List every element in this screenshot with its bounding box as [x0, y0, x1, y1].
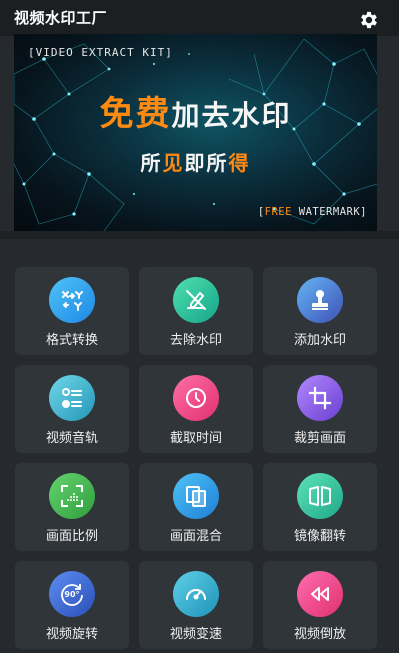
tool-label: 视频变速 — [169, 627, 222, 642]
audio-track-icon — [49, 375, 95, 421]
speedometer-icon — [173, 571, 219, 617]
tool-label: 视频音轨 — [45, 431, 98, 446]
banner-subheadline: 所见即所得 — [14, 147, 377, 176]
promo-banner[interactable]: [VIDEO EXTRACT KIT] 免费加去水印 所见即所得 [FREE W… — [14, 34, 377, 231]
tool-label: 去除水印 — [169, 333, 222, 348]
section-divider — [0, 231, 399, 239]
add-watermark-icon — [297, 277, 343, 323]
format-convert-icon — [49, 277, 95, 323]
tool-label: 视频旋转 — [45, 627, 98, 642]
clock-icon — [173, 375, 219, 421]
banner-watermark-label: [FREE WATERMARK] — [258, 206, 367, 218]
app-title: 视频水印工厂 — [14, 9, 108, 27]
tool-label: 格式转换 — [45, 333, 98, 348]
banner-kit-label: [VIDEO EXTRACT KIT] — [28, 46, 173, 59]
tool-label: 截取时间 — [169, 431, 222, 446]
aspect-ratio-icon — [49, 473, 95, 519]
banner-headline-highlight: 免费 — [99, 94, 172, 134]
banner-sub-part: 即所 — [184, 151, 229, 175]
tool-mirror-flip[interactable]: 镜像翻转 — [263, 463, 377, 551]
tool-speed[interactable]: 视频变速 — [139, 561, 253, 649]
tool-reverse[interactable]: 视频倒放 — [263, 561, 377, 649]
tool-add-watermark[interactable]: 添加水印 — [263, 267, 377, 355]
tool-label: 裁剪画面 — [293, 431, 346, 446]
bracket-open: [ — [257, 206, 265, 218]
banner-sub-highlight: 得 — [228, 151, 251, 175]
tools-grid: 格式转换 去除水印 添加水印 视频音轨 截取时间 裁剪画面 画面比例 画面混合 … — [15, 267, 377, 649]
tool-crop[interactable]: 裁剪画面 — [263, 365, 377, 453]
blend-icon — [173, 473, 219, 519]
tool-label: 镜像翻转 — [293, 529, 346, 544]
banner-headline: 免费加去水印 — [14, 86, 377, 135]
banner-sub-highlight: 见 — [162, 151, 185, 175]
rewind-icon — [297, 571, 343, 617]
tool-audio-track[interactable]: 视频音轨 — [15, 365, 129, 453]
tool-aspect-ratio[interactable]: 画面比例 — [15, 463, 129, 551]
tool-blend[interactable]: 画面混合 — [139, 463, 253, 551]
tool-format-convert[interactable]: 格式转换 — [15, 267, 129, 355]
tool-remove-watermark[interactable]: 去除水印 — [139, 267, 253, 355]
tool-rotate[interactable]: 90° 视频旋转 — [15, 561, 129, 649]
crop-icon — [297, 375, 343, 421]
remove-watermark-icon — [173, 277, 219, 323]
settings-gear-icon[interactable] — [358, 9, 380, 31]
rotate-90-icon: 90° — [49, 571, 95, 617]
tool-trim-time[interactable]: 截取时间 — [139, 365, 253, 453]
tool-label: 画面比例 — [45, 529, 98, 544]
banner-headline-rest: 加去水印 — [171, 99, 292, 132]
tool-label: 视频倒放 — [293, 627, 346, 642]
app-header: 视频水印工厂 — [0, 0, 399, 36]
mirror-flip-icon — [297, 473, 343, 519]
svg-text:90°: 90° — [64, 590, 79, 599]
tool-label: 画面混合 — [169, 529, 222, 544]
tool-label: 添加水印 — [293, 333, 346, 348]
watermark-text: WATERMARK] — [291, 206, 367, 218]
free-accent: FREE — [264, 206, 292, 218]
banner-sub-part: 所 — [140, 151, 163, 175]
